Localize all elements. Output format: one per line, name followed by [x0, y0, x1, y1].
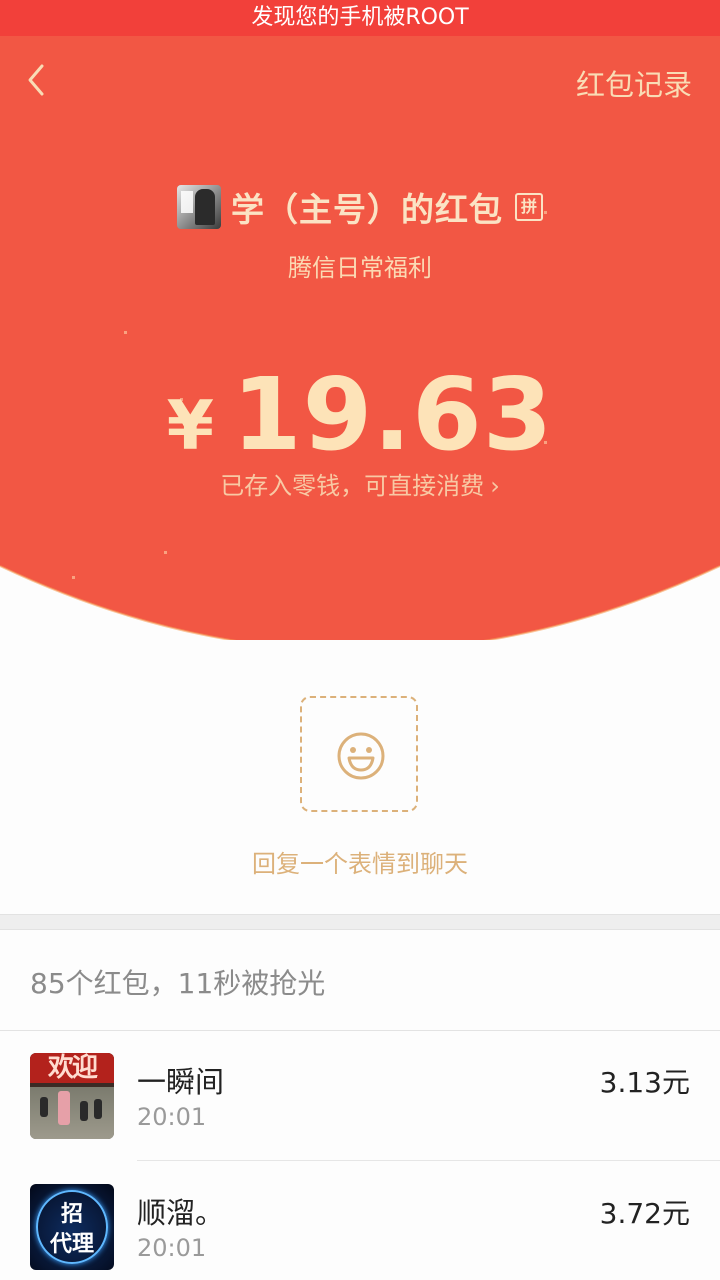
chevron-right-icon: › [490, 472, 500, 500]
red-packet-header: 红包记录 学（主号）的红包 拼 腾信日常福利 ¥ 19.63 已存入零钱，可直接… [0, 36, 720, 640]
row-divider [137, 1160, 720, 1161]
amount-display: ¥ 19.63 [0, 356, 720, 473]
section-divider [0, 914, 720, 930]
recipient-avatar: 招 代理 [30, 1184, 114, 1270]
recipient-row[interactable]: 欢迎 一瞬间 20:01 3.13元 [0, 1031, 720, 1161]
currency-symbol: ¥ [166, 387, 214, 466]
chevron-left-icon [28, 64, 44, 96]
avatar-text-line-2: 代理 [49, 1232, 94, 1257]
red-packet-background [0, 36, 720, 640]
emoji-reply-button[interactable] [300, 696, 418, 812]
recipient-amount: 3.72元 [599, 1197, 690, 1230]
red-packet-detail-page: 发现您的手机被ROOT 红包记录 学（主号）的红包 拼 腾信日常福利 ¥ 19.… [0, 0, 720, 1280]
claim-summary: 85个红包，11秒被抢光 [30, 967, 326, 1000]
recipient-name: 顺溜。 [137, 1196, 225, 1230]
back-button[interactable] [22, 60, 52, 100]
avatar-banner-text: 欢迎 [30, 1053, 114, 1083]
recipient-name: 一瞬间 [137, 1065, 225, 1099]
recipient-amount: 3.13元 [599, 1066, 690, 1099]
stored-note-text: 已存入零钱，可直接消费 [220, 472, 485, 500]
recipient-row[interactable]: 招 代理 顺溜。 20:01 3.72元 [0, 1162, 720, 1280]
sender-name: 学（主号）的红包 [231, 190, 503, 229]
sender-avatar [177, 185, 221, 229]
red-packet-records-link[interactable]: 红包记录 [576, 62, 692, 104]
blessing-text: 腾信日常福利 [288, 254, 432, 282]
wallet-link[interactable]: 已存入零钱，可直接消费 › [0, 466, 720, 501]
emoji-reply-caption[interactable]: 回复一个表情到聊天 [0, 844, 720, 879]
recipient-time: 20:01 [137, 1103, 207, 1131]
sender-row: 学（主号）的红包 拼 [0, 183, 720, 231]
root-warning-banner: 发现您的手机被ROOT [0, 0, 720, 36]
avatar-text-line-1: 招 [60, 1202, 83, 1227]
recipient-time: 20:01 [137, 1234, 207, 1262]
received-amount: 19.63 [232, 356, 554, 473]
smile-icon [337, 732, 385, 780]
recipient-avatar: 欢迎 [30, 1053, 114, 1139]
lucky-draw-badge: 拼 [515, 193, 543, 221]
